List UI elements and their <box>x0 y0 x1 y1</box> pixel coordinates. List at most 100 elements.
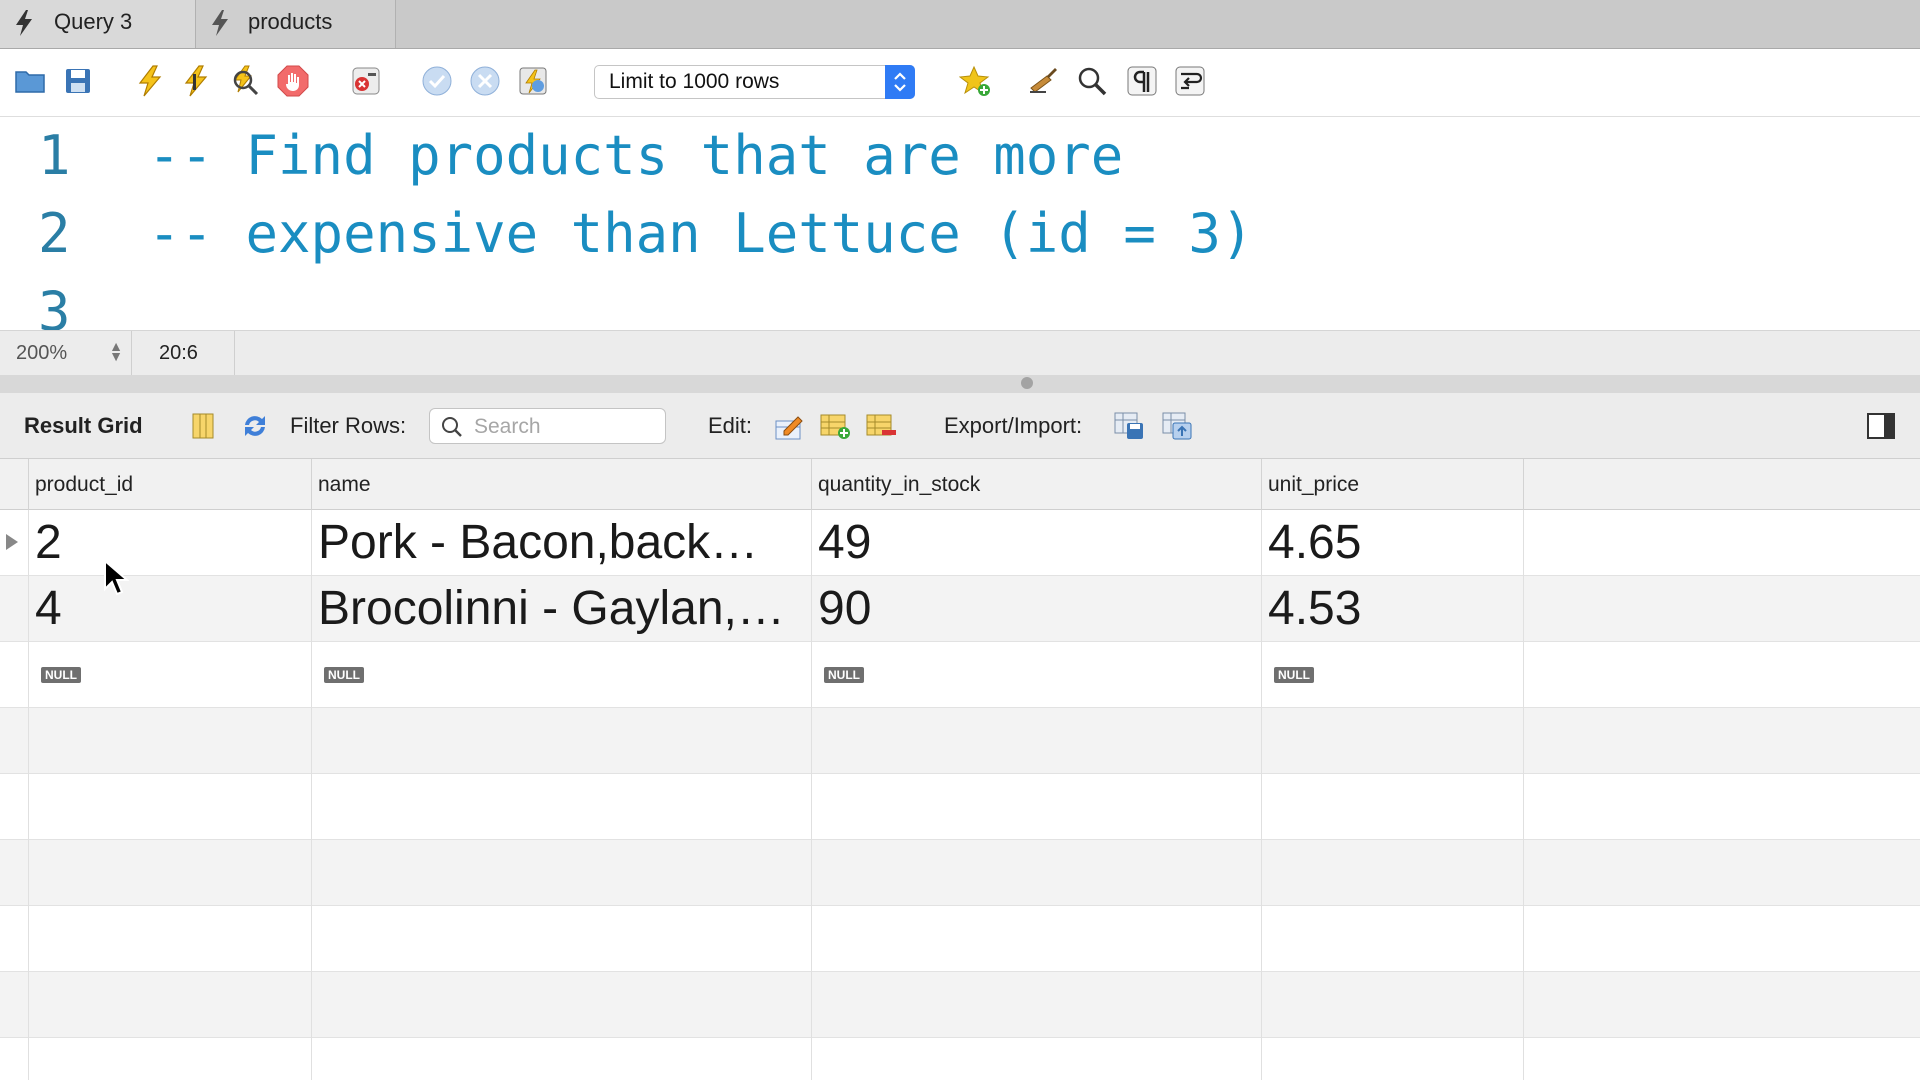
limit-rows-select[interactable]: Limit to 1000 rows <box>594 65 915 99</box>
import-icon[interactable] <box>1160 409 1194 443</box>
toggle-sidebar-icon[interactable] <box>1864 409 1898 443</box>
commit-icon[interactable] <box>419 63 455 99</box>
open-folder-icon[interactable] <box>12 63 48 99</box>
cell-quantity-in-stock[interactable]: 49 <box>811 510 1261 576</box>
execute-icon[interactable] <box>132 63 168 99</box>
word-wrap-icon[interactable] <box>1172 63 1208 99</box>
cell-empty <box>311 708 811 774</box>
cell-product-id[interactable]: NULL <box>28 642 311 708</box>
zoom-value: 200% <box>16 342 68 364</box>
empty-row <box>0 1038 1920 1080</box>
column-header[interactable]: product_id <box>28 459 311 510</box>
table-row[interactable]: 2 Pork - Bacon,back… 49 4.65 <box>0 510 1920 576</box>
explain-icon[interactable] <box>226 63 262 99</box>
stop-icon[interactable] <box>275 63 311 99</box>
cell-product-id[interactable]: 2 <box>28 510 311 576</box>
mouse-pointer-icon <box>104 559 129 596</box>
cell-unit-price[interactable]: 4.65 <box>1261 510 1523 576</box>
null-badge: NULL <box>1274 667 1314 684</box>
null-badge: NULL <box>824 667 864 684</box>
pane-splitter[interactable] <box>0 375 1920 393</box>
search-icon <box>442 417 462 437</box>
cell-empty <box>1523 774 1920 840</box>
execute-current-icon[interactable] <box>178 63 214 99</box>
cell-empty <box>1261 972 1523 1038</box>
grid-header: product_id name quantity_in_stock unit_p… <box>0 459 1920 510</box>
cell-name[interactable]: Brocolinni - Gaylan,… <box>311 576 811 642</box>
beautify-icon[interactable] <box>1026 63 1062 99</box>
cell-product-id[interactable]: 4 <box>28 576 311 642</box>
cell-empty <box>1523 576 1920 642</box>
cursor-position: 20:6 <box>132 331 235 375</box>
cell-empty <box>1523 510 1920 576</box>
toggle-error-icon[interactable] <box>348 63 384 99</box>
cell-empty <box>28 1038 311 1080</box>
query-toolbar: Limit to 1000 rows <box>0 49 1920 117</box>
cell-empty <box>28 708 311 774</box>
cell-empty <box>811 840 1261 906</box>
sql-editor[interactable]: 1 -- Find products that are more 2 -- ex… <box>0 117 1920 330</box>
line-number: 2 <box>38 202 71 265</box>
tab-label: Query 3 <box>54 9 133 34</box>
null-badge: NULL <box>324 667 364 684</box>
empty-row <box>0 774 1920 840</box>
cell-empty <box>1261 774 1523 840</box>
tab-query-3[interactable]: Query 3 <box>0 0 196 48</box>
cell-empty <box>28 840 311 906</box>
refresh-icon[interactable] <box>238 409 272 443</box>
column-header[interactable]: quantity_in_stock <box>811 459 1261 510</box>
add-row-icon[interactable] <box>818 409 852 443</box>
cell-unit-price[interactable]: 4.53 <box>1261 576 1523 642</box>
lightning-icon <box>212 10 228 36</box>
filter-search-field[interactable] <box>429 408 666 444</box>
empty-row <box>0 840 1920 906</box>
table-row[interactable]: 4 Brocolinni - Gaylan,… 90 4.53 <box>0 576 1920 642</box>
stepper-icon[interactable]: ▲ ▼ <box>109 339 123 363</box>
cell-empty <box>1261 840 1523 906</box>
cell-empty <box>811 906 1261 972</box>
column-toggle-icon[interactable] <box>186 409 220 443</box>
cell-empty <box>1523 840 1920 906</box>
splitter-handle[interactable] <box>1021 377 1033 389</box>
cell-empty <box>1261 1038 1523 1080</box>
sql-comment: -- expensive than Lettuce (id = 3) <box>148 202 1254 265</box>
cell-name[interactable]: NULL <box>311 642 811 708</box>
lightning-icon <box>16 10 32 36</box>
column-header[interactable]: unit_price <box>1261 459 1523 510</box>
result-toolbar: Result Grid Filter Rows: Edit: Export/Im… <box>0 393 1920 459</box>
current-row-marker-icon <box>6 534 18 550</box>
edit-row-icon[interactable] <box>772 409 806 443</box>
empty-row <box>0 972 1920 1038</box>
sql-comment: -- Find products that are more <box>148 124 1124 187</box>
tab-products[interactable]: products <box>196 0 396 48</box>
zoom-control[interactable]: 200% ▲ ▼ <box>0 331 132 375</box>
cell-quantity-in-stock[interactable]: 90 <box>811 576 1261 642</box>
cell-quantity-in-stock[interactable]: NULL <box>811 642 1261 708</box>
save-icon[interactable] <box>60 63 96 99</box>
cell-empty <box>28 774 311 840</box>
cell-empty <box>28 906 311 972</box>
cell-unit-price[interactable]: NULL <box>1261 642 1523 708</box>
rollback-icon[interactable] <box>467 63 503 99</box>
autocommit-icon[interactable] <box>515 63 551 99</box>
new-row[interactable]: NULL NULL NULL NULL <box>0 642 1920 708</box>
export-icon[interactable] <box>1112 409 1146 443</box>
select-arrows-icon <box>885 65 915 99</box>
cell-empty <box>1523 642 1920 708</box>
result-grid[interactable]: product_id name quantity_in_stock unit_p… <box>0 459 1920 1080</box>
column-header[interactable]: name <box>311 459 811 510</box>
invisibles-icon[interactable] <box>1124 63 1160 99</box>
add-snippet-icon[interactable] <box>958 63 994 99</box>
cell-empty <box>1523 906 1920 972</box>
cell-empty <box>811 708 1261 774</box>
delete-row-icon[interactable] <box>864 409 898 443</box>
editor-status-bar: 200% ▲ ▼ 20:6 <box>0 330 1920 375</box>
cell-empty <box>1523 972 1920 1038</box>
line-number: 1 <box>38 124 71 187</box>
cell-empty <box>811 972 1261 1038</box>
cell-empty <box>1523 708 1920 774</box>
cell-empty <box>811 774 1261 840</box>
find-icon[interactable] <box>1074 63 1110 99</box>
cell-name[interactable]: Pork - Bacon,back… <box>311 510 811 576</box>
search-input[interactable] <box>472 412 656 442</box>
